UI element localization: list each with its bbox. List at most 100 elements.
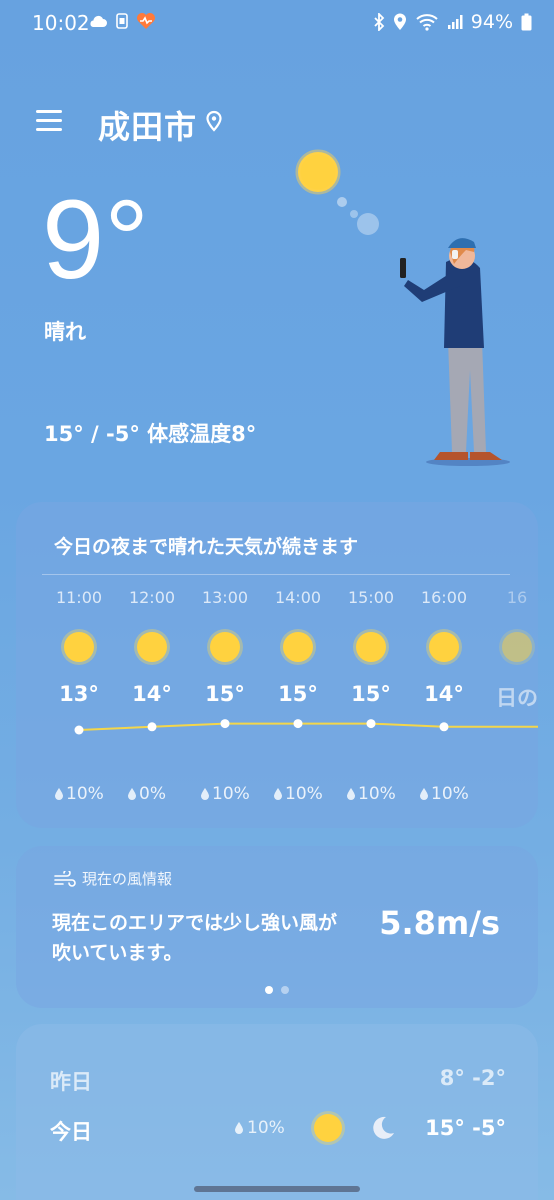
status-right: 94% [373, 11, 532, 33]
temperature-line [74, 719, 538, 735]
hour-pop-value: 10% [431, 784, 469, 804]
day-label: 昨日 [50, 1070, 92, 1094]
person-cap [448, 238, 476, 248]
hour-precipitation: 10% [54, 784, 104, 804]
hourly-item: 16 日の [480, 588, 538, 712]
hour-time: 12:00 [128, 588, 176, 607]
wifi-icon [416, 14, 438, 31]
sun-icon [283, 632, 313, 662]
temperature-point [74, 725, 84, 735]
hour-precipitation: 10% [200, 784, 250, 804]
menu-icon[interactable] [36, 108, 64, 132]
hourly-item: 14:00 15° [261, 588, 335, 706]
hourly-item: 16:00 14° [407, 588, 481, 706]
day-temp-range: 15° -5° [425, 1116, 506, 1140]
hour-time: 11:00 [55, 588, 103, 607]
day-label: 今日 [50, 1120, 92, 1144]
temperature-point [366, 719, 376, 729]
city-name[interactable]: 成田市 [98, 102, 197, 148]
raindrop-icon [55, 788, 63, 800]
page-dot[interactable] [281, 986, 289, 994]
sun-icon [64, 632, 94, 662]
hour-precipitation: 10% [346, 784, 396, 804]
location-icon [393, 13, 406, 30]
hour-precipitation: 10% [419, 784, 469, 804]
battery-percent: 94% [470, 11, 513, 33]
status-left-icons [88, 12, 156, 30]
current-temperature: 9° [42, 177, 150, 302]
hour-time: 16 [506, 588, 528, 607]
wind-info-card[interactable]: 現在の風情報 現在このエリアでは少し強い風が吹いています。 5.8m/s [16, 846, 538, 1008]
wind-speed: 5.8m/s [379, 904, 500, 942]
hour-temperature: 日の [496, 686, 538, 710]
raindrop-icon [235, 1122, 243, 1134]
sun-icon [429, 632, 459, 662]
daily-forecast-card[interactable]: 昨日 8° -2° 今日 10% 15° -5° [16, 1024, 538, 1200]
daily-row-today[interactable]: 今日 10% 15° -5° [16, 1110, 538, 1150]
illustration-bubble [357, 213, 379, 235]
hour-temperature: 15° [205, 682, 245, 706]
hour-time: 15:00 [347, 588, 395, 607]
hour-pop-value: 10% [66, 784, 104, 804]
raindrop-icon [347, 788, 355, 800]
illustration-bubble [337, 197, 347, 207]
wind-description: 現在このエリアでは少し強い風が吹いています。 [52, 912, 338, 964]
raindrop-icon [128, 788, 136, 800]
page-indicator [16, 986, 538, 994]
signal-icon [447, 15, 463, 29]
sun-icon [210, 632, 240, 662]
temperature-point [147, 722, 157, 732]
raindrop-icon [274, 788, 282, 800]
sim-icon [116, 13, 128, 29]
hourly-item: 13:00 15° [188, 588, 262, 706]
wind-header: 現在の風情報 [54, 868, 172, 889]
person-legs [448, 340, 486, 452]
person-shoes [434, 452, 502, 460]
bluetooth-icon [374, 13, 385, 31]
heart-app-icon [137, 13, 155, 29]
battery-icon [521, 13, 532, 31]
hourly-list[interactable]: 11:00 13° 10% 12:00 14° 0% 13:00 15° 10% 14:00 15°… [16, 588, 538, 818]
page-dot-active[interactable] [265, 986, 273, 994]
wind-icon [54, 870, 76, 887]
raindrop-icon [201, 788, 209, 800]
sun-icon [137, 632, 167, 662]
temperature-range-feels-like: 15° / -5° 体感温度8° [44, 422, 257, 446]
temperature-point [220, 719, 230, 729]
hour-time: 14:00 [274, 588, 322, 607]
hour-temperature: 14° [132, 682, 172, 706]
hour-temperature: 15° [351, 682, 391, 706]
daily-row-yesterday[interactable]: 昨日 8° -2° [16, 1060, 538, 1100]
home-indicator[interactable] [194, 1186, 360, 1192]
hour-temperature: 15° [278, 682, 318, 706]
illustration-sun [295, 149, 341, 195]
hourly-forecast-card[interactable]: 今日の夜まで晴れた天気が続きます 11:00 13° 10% 12:00 14° 0% 13… [16, 502, 538, 828]
moon-icon [373, 1116, 394, 1139]
weather-illustration [295, 149, 510, 466]
hour-precipitation: 0% [127, 784, 166, 804]
hour-precipitation: 10% [273, 784, 323, 804]
divider [42, 574, 510, 575]
location-pin-icon [206, 110, 222, 132]
hourly-item: 12:00 14° [115, 588, 189, 706]
hour-pop-value: 10% [285, 784, 323, 804]
temperature-point [439, 722, 449, 732]
day-precipitation: 10% [234, 1118, 285, 1138]
person-torso [444, 258, 484, 348]
headphones [452, 250, 458, 259]
sun-icon [356, 632, 386, 662]
illustration-bubble [350, 210, 358, 218]
day-temp-range: 8° -2° [439, 1066, 506, 1090]
status-time: 10:02 [32, 11, 90, 35]
hourly-item: 15:00 15° [334, 588, 408, 706]
hourly-summary: 今日の夜まで晴れた天気が続きます [54, 536, 359, 558]
day-pop-value: 10% [247, 1118, 285, 1138]
wind-header-label: 現在の風情報 [82, 870, 173, 888]
temperature-point [293, 719, 303, 729]
hour-pop-value: 0% [139, 784, 166, 804]
hour-time: 13:00 [201, 588, 249, 607]
phone [400, 258, 406, 278]
sun-icon [314, 1114, 342, 1142]
hour-pop-value: 10% [212, 784, 250, 804]
cloud-icon [90, 15, 107, 27]
